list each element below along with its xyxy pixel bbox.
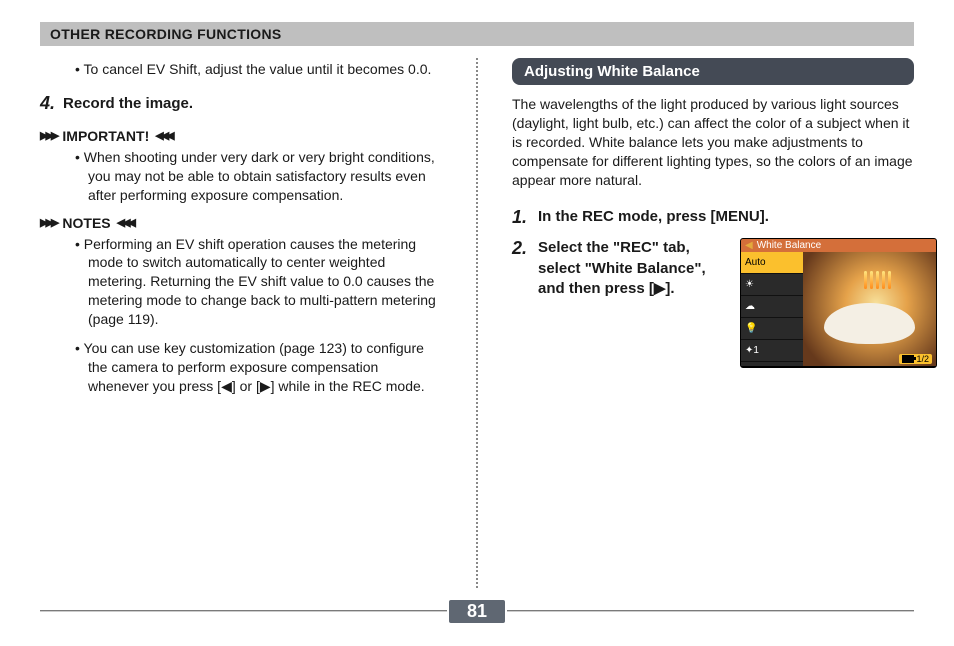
- notes-callout: ▶▶▶ NOTES ◀◀◀: [40, 215, 442, 231]
- page-number: 81: [449, 600, 505, 623]
- step-2-number: 2.: [512, 238, 530, 259]
- step-4: 4. Record the image.: [40, 93, 442, 114]
- candle-flames-icon: [864, 271, 891, 289]
- menu-option-auto: Auto: [741, 252, 803, 274]
- arrow-right-icon: ▶▶▶: [40, 216, 56, 229]
- arrow-left-icon: ◀◀◀: [155, 129, 171, 142]
- step-2-text: Select the "REC" tab, select "White Bala…: [538, 238, 728, 299]
- camera-menu-screenshot: ◀ White Balance Auto ☀ ☁ 💡 ✦1: [740, 238, 937, 368]
- step-1-number: 1.: [512, 207, 530, 228]
- subsection-heading: Adjusting White Balance: [512, 58, 914, 85]
- step-4-number: 4.: [40, 93, 55, 114]
- menu-options: Auto ☀ ☁ 💡 ✦1: [741, 252, 803, 366]
- note-1: Performing an EV shift operation causes …: [40, 235, 442, 329]
- notes-label: NOTES: [62, 215, 110, 231]
- menu-option-cloudy: ☁: [741, 296, 803, 318]
- page-footer: 81: [40, 600, 914, 622]
- menu-option-daylight: ☀: [741, 274, 803, 296]
- menu-option-incandescent: 💡: [741, 318, 803, 340]
- column-divider: [476, 58, 478, 588]
- ev-cancel-note: To cancel EV Shift, adjust the value unt…: [40, 60, 442, 79]
- important-label: IMPORTANT!: [62, 128, 149, 144]
- left-column: To cancel EV Shift, adjust the value unt…: [40, 58, 442, 588]
- footer-rule-left: [40, 610, 447, 612]
- step-4-text: Record the image.: [63, 93, 193, 114]
- menu-title: White Balance: [757, 240, 821, 251]
- section-header: OTHER RECORDING FUNCTIONS: [40, 22, 914, 46]
- arrow-left-icon: ◀◀◀: [117, 216, 133, 229]
- note-2: You can use key customization (page 123)…: [40, 339, 442, 396]
- arrow-right-icon: ▶▶▶: [40, 129, 56, 142]
- right-column: Adjusting White Balance The wavelengths …: [512, 58, 914, 588]
- footer-rule-right: [507, 610, 914, 612]
- page-fraction: 1/2: [916, 354, 929, 364]
- menu-page-indicator: 1/2: [899, 354, 932, 364]
- menu-title-bar: ◀ White Balance: [741, 239, 936, 252]
- content-columns: To cancel EV Shift, adjust the value unt…: [40, 58, 914, 588]
- battery-icon: [902, 355, 914, 363]
- intro-paragraph: The wavelengths of the light produced by…: [512, 95, 914, 189]
- cake-icon: [824, 303, 914, 344]
- menu-back-icon: ◀: [745, 240, 753, 251]
- step-2: 2. Select the "REC" tab, select "White B…: [512, 238, 914, 368]
- menu-option-fluorescent1: ✦1: [741, 340, 803, 362]
- important-bullet: When shooting under very dark or very br…: [40, 148, 442, 205]
- important-callout: ▶▶▶ IMPORTANT! ◀◀◀: [40, 128, 442, 144]
- menu-preview-image: 1/2: [803, 252, 936, 366]
- step-1-text: In the REC mode, press [MENU].: [538, 207, 769, 227]
- step-1: 1. In the REC mode, press [MENU].: [512, 207, 914, 228]
